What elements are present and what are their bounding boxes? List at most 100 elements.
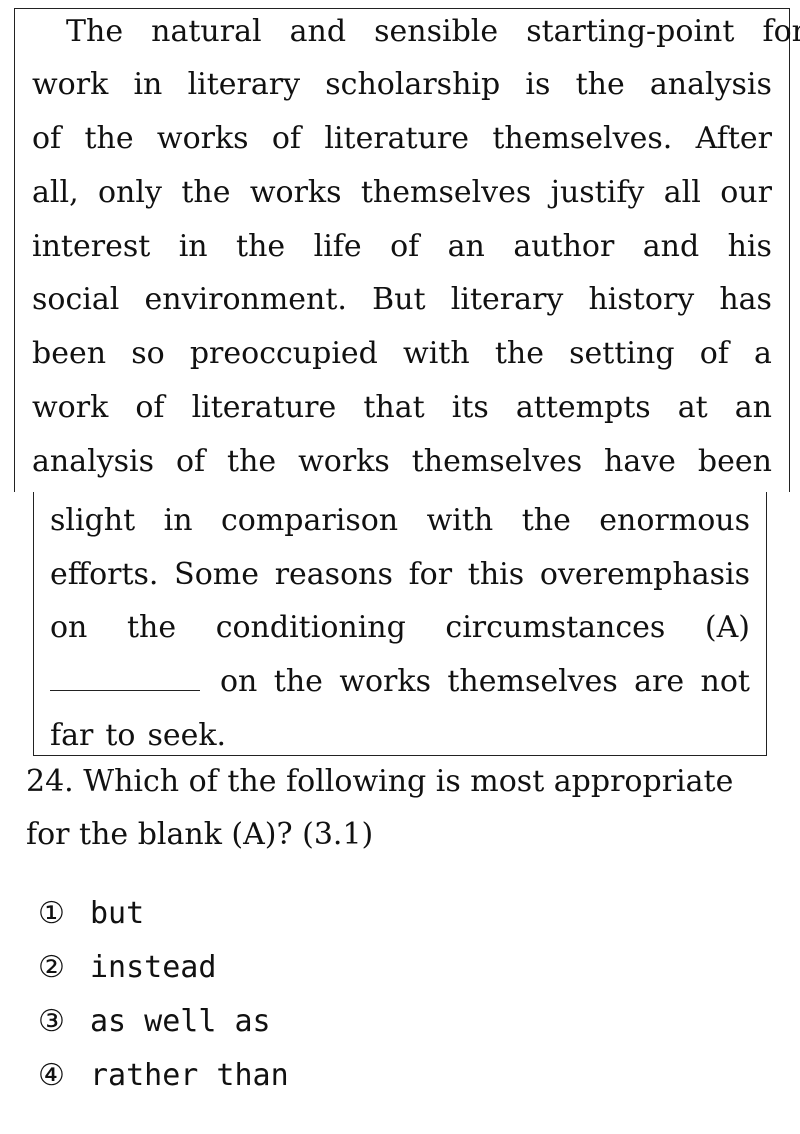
passage-line-14: far to seek. (50, 718, 750, 754)
passage-line-8: work of literature that its attempts at an (32, 390, 772, 426)
option-2[interactable]: ② instead (38, 950, 216, 986)
passage-word: for (408, 557, 453, 592)
passage-line-6: social environment. But literary history has (32, 282, 772, 318)
passage-line-1: The natural and sensible starting-point for (32, 14, 800, 50)
passage-word: its (451, 390, 489, 425)
passage-word: all, (32, 175, 79, 210)
option-2-number: ② (38, 950, 65, 985)
passage-word: But (372, 282, 426, 317)
passage-word: work (32, 67, 109, 102)
passage-word: reasons (274, 557, 393, 592)
answer-blank-a (50, 664, 200, 691)
passage-word: not (700, 664, 750, 699)
passage-word: conditioning (215, 610, 406, 645)
passage-word: in (163, 503, 193, 538)
passage-word: with (403, 336, 470, 371)
option-4-number: ④ (38, 1058, 65, 1093)
passage-word: Some (174, 557, 259, 592)
passage-word: themselves (447, 664, 618, 699)
passage-line-11: efforts. Some reasons for this overemphasis (50, 557, 750, 593)
passage-line-13-text: on the works themselves are not (220, 664, 750, 700)
passage-word: and (289, 14, 347, 49)
option-1[interactable]: ① but (38, 896, 144, 932)
passage-line-2: work in literary scholarship is the analysis (32, 67, 772, 103)
passage-word: of (175, 444, 206, 479)
passage-line-10: slight in comparison with the enormous (50, 503, 750, 539)
passage-line-9: analysis of the works themselves have been (32, 444, 772, 480)
passage-word: literature (324, 121, 470, 156)
passage-word: on (50, 610, 88, 645)
passage-word: of (32, 121, 62, 156)
passage-word: the (84, 121, 134, 156)
option-1-number: ① (38, 896, 65, 931)
passage-word: all (663, 175, 701, 210)
passage-word: the (181, 175, 231, 210)
passage-word: sensible (374, 14, 499, 49)
passage-word: slight (50, 503, 136, 538)
passage-word: is (525, 67, 551, 102)
passage-word: (A) (704, 610, 750, 645)
passage-word: the (494, 336, 544, 371)
question-line-2: for the blank (A)? (3.1) (26, 817, 374, 852)
passage-word: themselves (360, 175, 532, 210)
passage-word: history (588, 282, 695, 317)
passage-line-13: on the works themselves are not (50, 664, 750, 700)
passage-line-12: on the conditioning circumstances (A) (50, 610, 750, 646)
passage-word: of (135, 390, 165, 425)
passage-word: to (105, 718, 136, 753)
passage-word: a (754, 336, 772, 371)
passage-line-4: all, only the works themselves justify all our (32, 175, 772, 211)
passage-word: overemphasis (539, 557, 750, 592)
passage-word: and (642, 229, 700, 264)
passage-word: only (98, 175, 162, 210)
passage-word: an (447, 229, 485, 264)
passage-word: works (298, 444, 390, 479)
passage-word: the (236, 229, 286, 264)
passage-word: of (699, 336, 729, 371)
passage-word: of (390, 229, 420, 264)
passage-word: analysis (649, 67, 772, 102)
passage-word: been (32, 336, 107, 371)
passage-word: justify (550, 175, 645, 210)
passage-word: that (363, 390, 425, 425)
passage-word: themselves. (492, 121, 673, 156)
question-line-1: 24. Which of the following is most appro… (26, 764, 734, 799)
passage-word: works (249, 175, 342, 210)
passage-line-7: been so preoccupied with the setting of a (32, 336, 772, 372)
passage-word: on (220, 664, 258, 699)
passage-word: in (133, 67, 163, 102)
passage-word: attempts (515, 390, 651, 425)
passage-word: in (178, 229, 208, 264)
passage-word: scholarship (325, 67, 501, 102)
option-3-text: as well as (90, 1004, 271, 1039)
passage-line-3: of the works of literature themselves. After (32, 121, 772, 157)
passage-word: The (66, 14, 124, 49)
option-3[interactable]: ③ as well as (38, 1004, 271, 1040)
passage-word: social (32, 282, 120, 317)
passage-word: literary (187, 67, 301, 102)
passage-word: been (697, 444, 772, 479)
passage-word: themselves (411, 444, 583, 479)
passage-word: this (467, 557, 525, 592)
passage-word: has (719, 282, 772, 317)
passage-word: starting-point (526, 14, 735, 49)
passage-word: preoccupied (189, 336, 378, 371)
passage-word: natural (151, 14, 262, 49)
passage-word: for (762, 14, 800, 49)
passage-word: enormous (599, 503, 750, 538)
passage-word: the (273, 664, 323, 699)
passage-word: the (575, 67, 625, 102)
passage-word: efforts. (50, 557, 159, 592)
option-3-number: ③ (38, 1004, 65, 1039)
passage-word: our (720, 175, 772, 210)
passage-line-5: interest in the life of an author and his (32, 229, 772, 265)
passage-word: environment. (144, 282, 347, 317)
passage-word: far (50, 718, 94, 753)
option-1-text: but (90, 896, 145, 931)
passage-word: at (677, 390, 708, 425)
passage-word: the (126, 610, 177, 645)
passage-word: his (727, 229, 772, 264)
passage-word: with (426, 503, 494, 538)
passage-word: life (313, 229, 362, 264)
option-4[interactable]: ④ rather than (38, 1058, 289, 1094)
